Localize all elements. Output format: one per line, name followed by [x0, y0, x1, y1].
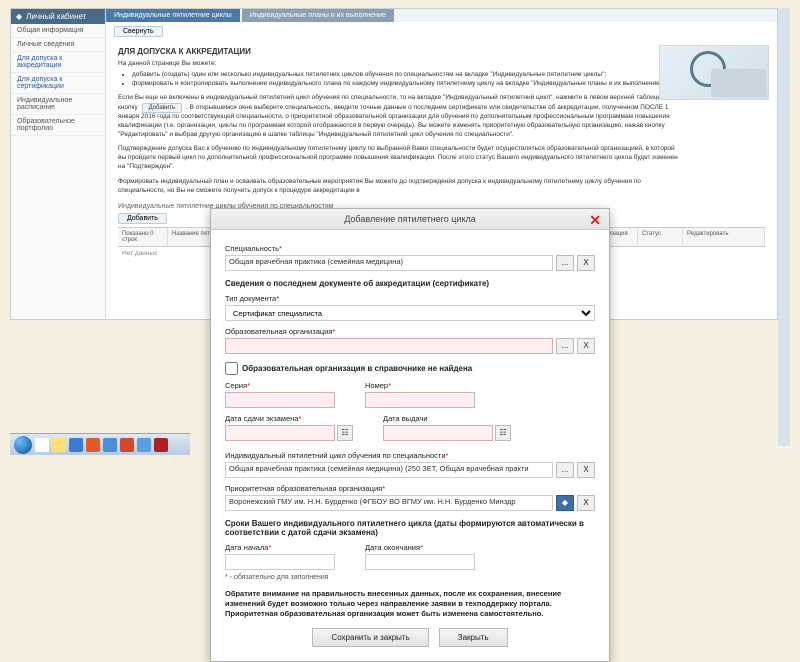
modal-title: Добавление пятилетнего цикла — [344, 214, 476, 224]
cert-section-heading: Сведения о последнем документе об аккред… — [225, 279, 595, 288]
exam-date-label: Дата сдачи экзамена — [225, 414, 353, 423]
dates-section-heading: Сроки Вашего индивидуального пятилетнего… — [225, 519, 595, 537]
sidebar-title: Личный кабинет — [26, 12, 86, 21]
eduorg-lookup-button[interactable]: ... — [556, 338, 574, 354]
number-label: Номер — [365, 381, 475, 390]
cycle-label: Индивидуальный пятилетний цикл обучения … — [225, 451, 595, 460]
sidebar-item-schedule[interactable]: Индивидуальное расписание — [11, 94, 105, 115]
powerpoint-icon[interactable] — [120, 438, 134, 452]
taskbar — [10, 433, 190, 455]
end-date-input[interactable] — [365, 554, 475, 570]
series-label: Серия — [225, 381, 335, 390]
priority-clear-button[interactable]: X — [577, 495, 595, 511]
required-footnote: * - обязательно для заполнения — [225, 574, 595, 581]
doctype-select[interactable]: Сертификат специалиста — [225, 305, 595, 321]
explorer-icon[interactable] — [35, 438, 49, 452]
col-edit: Редактировать — [683, 228, 765, 246]
paragraph-3: Формировать индивидуальный план и осваив… — [118, 178, 678, 196]
sidebar-item-portfolio[interactable]: Образовательное портфолио — [11, 115, 105, 136]
sidebar-item-personal[interactable]: Личные сведения — [11, 38, 105, 52]
eduorg-label: Образовательная организация — [225, 327, 595, 336]
pdf-icon[interactable] — [154, 438, 168, 452]
col-status: Статус — [638, 228, 683, 246]
browser-icon[interactable] — [69, 438, 83, 452]
number-input[interactable] — [365, 392, 475, 408]
close-icon[interactable]: ✕ — [589, 212, 601, 229]
paragraph-1: Если Вы еще не включены в индивидуальный… — [118, 94, 678, 139]
tab-plans[interactable]: Индивидуальные планы и их выполнение — [242, 9, 394, 22]
eduorg-clear-button[interactable]: X — [577, 338, 595, 354]
issue-date-label: Дата выдачи — [383, 414, 511, 423]
specialty-clear-button[interactable]: X — [577, 255, 595, 271]
warning-note: Обратите внимание на правильность внесен… — [225, 589, 595, 618]
paragraph-2: Подтверждение допуска Вас к обучению по … — [118, 145, 678, 171]
modal-body: Специальность Общая врачебная практика (… — [211, 230, 609, 661]
firefox-icon[interactable] — [86, 438, 100, 452]
priority-label: Приоритетная образовательная организация — [225, 484, 595, 493]
start-orb-icon[interactable] — [14, 436, 32, 454]
sidebar-item-general[interactable]: Общая информация — [11, 24, 105, 38]
start-date-input[interactable] — [225, 554, 335, 570]
add-button[interactable]: Добавить — [118, 213, 167, 224]
collapse-button[interactable]: Свернуть — [114, 26, 163, 37]
folder-icon[interactable] — [52, 438, 66, 452]
add-cycle-modal: Добавление пятилетнего цикла ✕ Специальн… — [210, 208, 610, 662]
org-not-found-checkbox[interactable] — [225, 362, 238, 375]
exam-date-calendar-icon[interactable]: ☷ — [337, 425, 353, 441]
tabs: Индивидуальные пятилетние циклы Индивиду… — [106, 9, 777, 22]
series-input[interactable] — [225, 392, 335, 408]
end-date-label: Дата окончания — [365, 543, 475, 552]
scrollbar[interactable] — [778, 8, 790, 446]
issue-date-calendar-icon[interactable]: ☷ — [495, 425, 511, 441]
start-date-label: Дата начала — [225, 543, 335, 552]
sidebar-item-certification[interactable]: Для допуска к сертификации — [11, 73, 105, 94]
tab-cycles[interactable]: Индивидуальные пятилетние циклы — [106, 9, 240, 22]
specialty-input[interactable]: Общая врачебная практика (семейная медиц… — [225, 255, 553, 271]
issue-date-input[interactable] — [383, 425, 493, 441]
inline-add-button[interactable]: Добавить — [142, 103, 183, 113]
priority-lookup-button[interactable]: ◆ — [556, 495, 574, 511]
cycle-input[interactable]: Общая врачебная практика (семейная медиц… — [225, 462, 553, 478]
specialty-label: Специальность — [225, 244, 595, 253]
org-not-found-label: Образовательная организация в справочник… — [242, 364, 472, 373]
sidebar: ◆ Личный кабинет Общая информация Личные… — [11, 9, 106, 319]
cancel-button[interactable]: Закрыть — [439, 628, 508, 647]
specialty-lookup-button[interactable]: ... — [556, 255, 574, 271]
sidebar-item-accreditation[interactable]: Для допуска к аккредитации — [11, 52, 105, 73]
logo-icon: ◆ — [16, 12, 22, 21]
save-button[interactable]: Сохранить и закрыть — [312, 628, 428, 647]
eduorg-input[interactable] — [225, 338, 553, 354]
stethoscope-illustration — [659, 45, 769, 100]
priority-input[interactable]: Воронежский ГМУ им. Н.Н. Бурденко (ФГБОУ… — [225, 495, 553, 511]
modal-title-bar: Добавление пятилетнего цикла ✕ — [211, 209, 609, 230]
col-shown: Показано 0 строк — [118, 228, 168, 246]
exam-date-input[interactable] — [225, 425, 335, 441]
doctype-label: Тип документа — [225, 294, 595, 303]
app-icon[interactable] — [137, 438, 151, 452]
cycle-clear-button[interactable]: X — [577, 462, 595, 478]
cycle-lookup-button[interactable]: ... — [556, 462, 574, 478]
sidebar-header: ◆ Личный кабинет — [11, 9, 105, 24]
word-icon[interactable] — [103, 438, 117, 452]
